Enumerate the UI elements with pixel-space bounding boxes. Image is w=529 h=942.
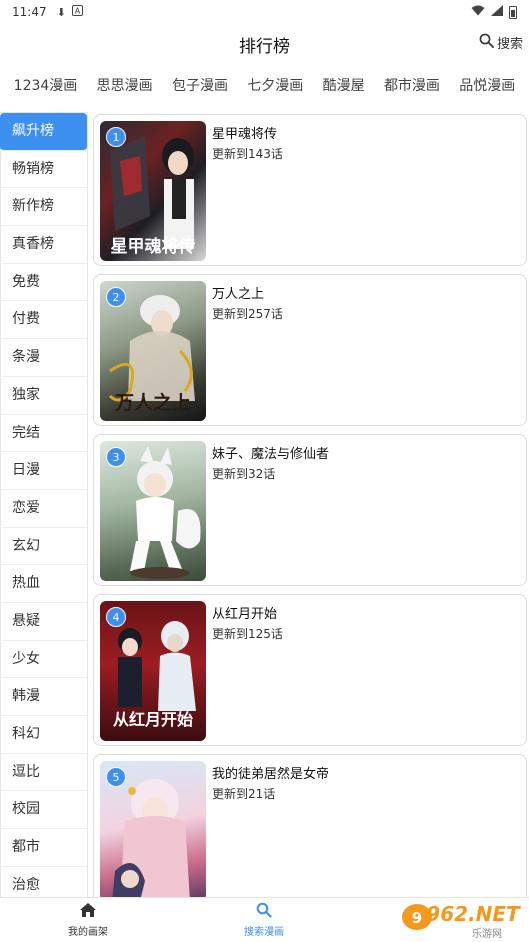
- signal-icon: [491, 5, 503, 19]
- category-item[interactable]: 悬疑: [0, 602, 87, 641]
- rank-badge: 4: [106, 607, 126, 627]
- category-item[interactable]: 免费: [0, 263, 87, 302]
- category-item[interactable]: 条漫: [0, 339, 87, 377]
- source-tab[interactable]: 思思漫画: [97, 75, 153, 95]
- comic-card[interactable]: 星甲魂将传 1 星甲魂将传 更新到143话: [93, 114, 527, 266]
- rank-badge: 3: [106, 447, 126, 467]
- comic-update: 更新到21话: [212, 787, 276, 801]
- comic-title: 妹子、魔法与修仙者: [212, 447, 330, 462]
- category-item[interactable]: 科幻: [0, 716, 87, 754]
- source-tab[interactable]: 酷漫屋: [323, 75, 365, 95]
- comic-card[interactable]: 万人之上 2 万人之上 更新到257话: [93, 274, 527, 426]
- wifi-icon: [471, 5, 485, 19]
- search-label: 搜索: [496, 37, 523, 52]
- category-item[interactable]: 付费: [0, 301, 87, 340]
- category-item[interactable]: 少女: [0, 640, 87, 679]
- category-item-active[interactable]: 飙升榜: [0, 113, 87, 151]
- category-item[interactable]: 逗比: [0, 753, 87, 792]
- category-item[interactable]: 新作榜: [0, 188, 87, 227]
- source-tab[interactable]: 七夕漫画: [247, 75, 303, 95]
- home-icon: [79, 902, 97, 923]
- rank-badge: 2: [106, 287, 126, 307]
- comic-card[interactable]: 从红月开始 4 从红月开始 更新到125话: [93, 594, 527, 746]
- category-item[interactable]: 韩漫: [0, 678, 87, 716]
- a-badge-icon: A: [71, 5, 83, 19]
- category-item[interactable]: 校园: [0, 791, 87, 830]
- category-item[interactable]: 都市: [0, 829, 87, 867]
- battery-icon: [509, 5, 517, 19]
- comic-update: 更新到125话: [212, 627, 283, 641]
- comic-card[interactable]: 3 妹子、魔法与修仙者 更新到32话: [93, 434, 527, 586]
- cover-title-text: 万人之上: [114, 391, 191, 414]
- category-item[interactable]: 治愈: [0, 866, 87, 897]
- tab-bookshelf[interactable]: 我的画架: [0, 898, 176, 942]
- category-item[interactable]: 玄幻: [0, 527, 87, 566]
- source-tab[interactable]: 包子漫画: [172, 75, 228, 95]
- download-icon: ⬇: [56, 5, 66, 19]
- cover-title-text: 星甲魂将传: [111, 236, 196, 257]
- watermark-text: 962.NET: [426, 902, 521, 926]
- comic-list: 星甲魂将传 1 星甲魂将传 更新到143话 万人之上 2 万人之上 更新到257…: [92, 112, 529, 897]
- status-time: 11:47: [12, 5, 47, 19]
- tab-label: 我的画架: [68, 927, 108, 938]
- svg-text:9: 9: [412, 909, 422, 927]
- cover-title-text: 从红月开始: [113, 710, 193, 729]
- source-tab[interactable]: 品悦漫画: [459, 75, 515, 95]
- category-item[interactable]: 真香榜: [0, 226, 87, 264]
- category-item[interactable]: 恋爱: [0, 489, 87, 528]
- source-tab[interactable]: 都市漫画: [384, 75, 440, 95]
- search-button[interactable]: 搜索: [479, 33, 523, 52]
- source-tab[interactable]: 1234漫画: [14, 75, 78, 95]
- category-item[interactable]: 畅销榜: [0, 150, 87, 189]
- comic-card[interactable]: 5 我的徒弟居然是女帝 更新到21话: [93, 754, 527, 897]
- comic-title: 星甲魂将传: [212, 127, 278, 142]
- source-tabs: 1234漫画 思思漫画 包子漫画 七夕漫画 酷漫屋 都市漫画 品悦漫画: [0, 64, 529, 106]
- status-bar: 11:47 ⬇ A: [0, 0, 529, 24]
- rank-badge: 5: [106, 767, 126, 787]
- watermark-logo: 9 962.NET 乐游网: [395, 897, 525, 942]
- watermark-subtext: 乐游网: [472, 927, 502, 940]
- svg-text:A: A: [75, 7, 81, 16]
- category-item[interactable]: 热血: [0, 565, 87, 603]
- comic-title: 从红月开始: [212, 607, 278, 622]
- tab-search-comics[interactable]: 搜索漫画: [176, 898, 352, 942]
- category-item[interactable]: 日漫: [0, 452, 87, 490]
- category-sidebar: 飙升榜 畅销榜 新作榜 真香榜 免费 付费 条漫 独家 完结 日漫 恋爱 玄幻 …: [0, 112, 88, 897]
- comic-update: 更新到143话: [212, 147, 283, 161]
- category-item[interactable]: 完结: [0, 414, 87, 453]
- search-icon: [256, 902, 272, 923]
- comic-update: 更新到32话: [212, 467, 276, 481]
- search-icon: [479, 33, 494, 52]
- category-item[interactable]: 独家: [0, 376, 87, 415]
- comic-title: 我的徒弟居然是女帝: [212, 767, 330, 782]
- comic-title: 万人之上: [212, 287, 265, 302]
- comic-update: 更新到257话: [212, 307, 283, 321]
- page-title: 排行榜: [239, 36, 290, 57]
- title-bar: 排行榜 搜索: [0, 24, 529, 64]
- rank-badge: 1: [106, 127, 126, 147]
- tab-label: 搜索漫画: [244, 927, 284, 938]
